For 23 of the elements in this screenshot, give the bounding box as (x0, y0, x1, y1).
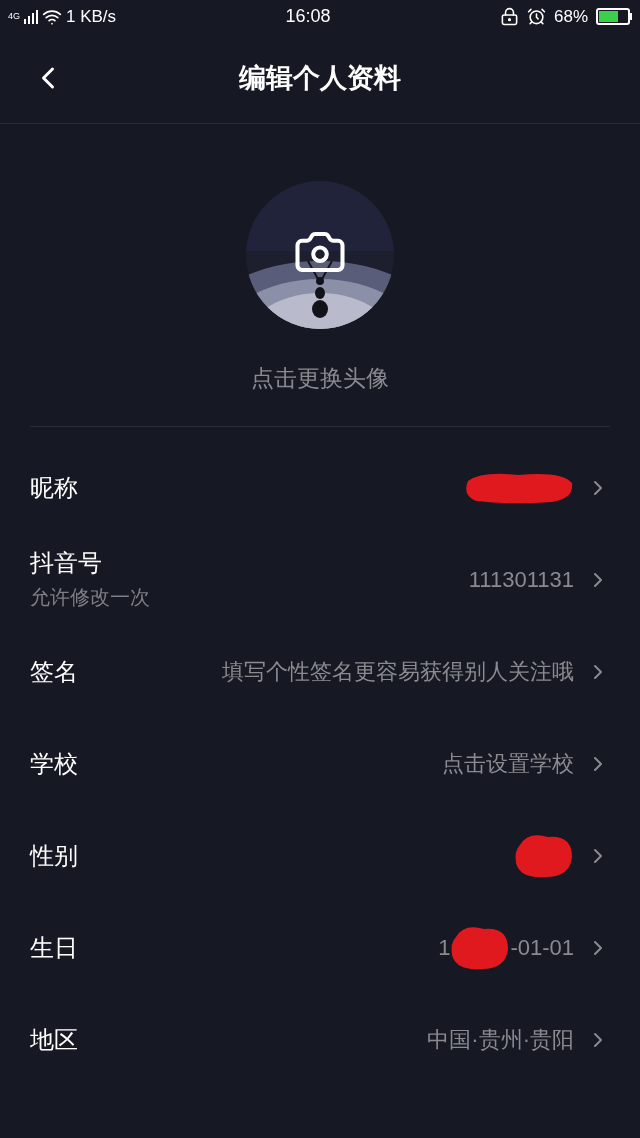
clock: 16:08 (285, 5, 331, 28)
row-label: 生日 (30, 932, 78, 963)
row-hint: 允许修改一次 (30, 584, 150, 610)
battery-percent: 68% (553, 5, 588, 28)
row-value: 111301131 (468, 566, 574, 594)
alarm-icon (526, 7, 546, 26)
row-label: 学校 (30, 748, 78, 779)
change-avatar-label[interactable]: 点击更换头像 (251, 361, 389, 396)
row-value: 中国·贵州·贵阳 (427, 1026, 574, 1054)
row-label: 性别 (30, 840, 78, 871)
row-value: -01-01 (510, 934, 574, 962)
row-label: 昵称 (30, 472, 78, 503)
signal-icon (24, 9, 38, 24)
row-label: 抖音号 (30, 547, 103, 578)
battery-icon (596, 8, 632, 25)
row-value: 1 (438, 934, 451, 962)
row-label: 地区 (30, 1024, 78, 1055)
row-label: 签名 (30, 656, 78, 687)
row-value: 填写个性签名更容易获得别人关注哦 (222, 658, 574, 686)
network-label: 4G (8, 9, 20, 23)
row-value: 点击设置学校 (442, 750, 574, 778)
page-title: 编辑个人资料 (239, 61, 401, 95)
network-speed: 1 KB/s (66, 5, 117, 28)
